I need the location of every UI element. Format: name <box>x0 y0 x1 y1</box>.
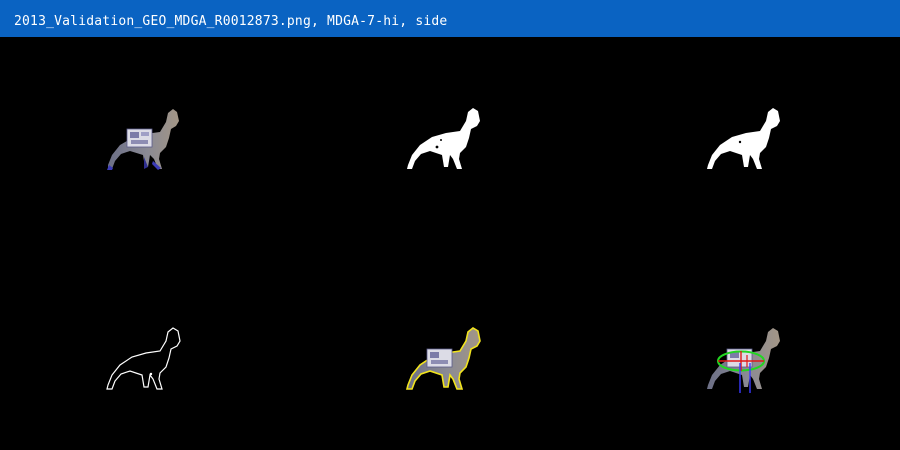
panel-contour-overlay <box>300 243 600 449</box>
panel-cleaned-mask <box>600 37 900 243</box>
panel-binary-mask <box>300 37 600 243</box>
window-title: 2013_Validation_GEO_MDGA_R0012873.png, M… <box>14 14 448 29</box>
contour-overlay-image <box>405 327 481 390</box>
animal-photo <box>107 109 179 170</box>
cleaned-mask-image <box>707 108 780 169</box>
binary-mask-image <box>407 108 480 169</box>
image-grid <box>0 37 900 450</box>
window-title-bar[interactable]: 2013_Validation_GEO_MDGA_R0012873.png, M… <box>0 0 900 37</box>
panel-original-photo <box>0 37 300 243</box>
image-viewer-window: 2013_Validation_GEO_MDGA_R0012873.png, M… <box>0 0 900 450</box>
contour-outline-image <box>106 327 181 390</box>
measurement-overlay-image <box>707 328 780 393</box>
panel-contour-outline <box>0 243 300 449</box>
panel-measurement-overlay <box>600 243 900 449</box>
